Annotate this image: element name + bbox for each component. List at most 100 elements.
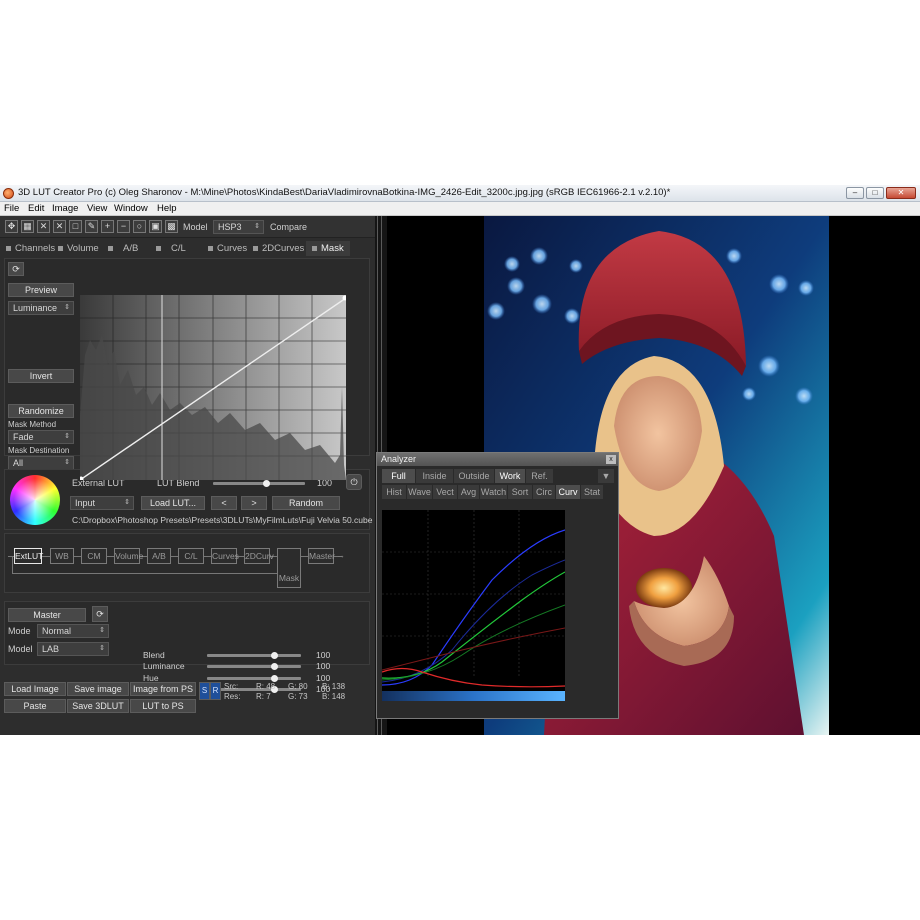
node-cl[interactable]: C/L [178,548,204,564]
node-mask[interactable]: Mask [277,548,301,588]
mask-method-select[interactable]: Fade ⇕ [8,430,74,444]
analyzer-close-button[interactable]: x [606,455,616,464]
tab-cl[interactable]: C/L [156,241,186,256]
tab-marker-icon [208,245,213,251]
random-lut-button[interactable]: Random [272,496,340,510]
menu-edit[interactable]: Edit [28,203,44,214]
res-b-value: B: 148 [322,692,346,701]
master-slider-track[interactable] [207,654,301,657]
mask-channel-select[interactable]: Luminance ⇕ [8,301,74,315]
mask-destination-select[interactable]: All ⇕ [8,456,74,470]
node-cm[interactable]: CM [81,548,107,564]
maximize-button[interactable]: □ [866,187,884,199]
analyzer-tab-hist[interactable]: Hist [382,485,406,499]
result-toggle-button[interactable]: R [210,682,221,700]
preview-button[interactable]: Preview [8,283,74,297]
source-toggle-button[interactable]: S [199,682,210,700]
analyzer-tab-wave[interactable]: Wave [407,485,432,499]
zoom-out-icon[interactable]: − [117,220,130,233]
tab-2dcurves[interactable]: 2DCurves [253,241,304,256]
expand-icon[interactable]: ✕ [37,220,50,233]
analyzer-window[interactable]: Analyzer x Full Inside Outside Work Ref. His… [376,452,619,719]
lut-blend-slider[interactable] [213,482,305,485]
tab-label: 2DCurves [262,243,305,254]
analyzer-tab-curv[interactable]: Curv [556,485,580,499]
model-select[interactable]: HSP3 ⇕ [213,220,264,234]
tab-label: Volume [67,243,99,254]
zoom-in-icon[interactable]: + [101,220,114,233]
grid-select-icon[interactable]: ▦ [21,220,34,233]
model-select-value: HSP3 [218,222,242,232]
invert-button[interactable]: Invert [8,369,74,383]
analyzer-tab-work[interactable]: Work [495,469,525,483]
analyzer-menu-icon[interactable]: ▼ [598,469,614,483]
node-extlut[interactable]: ExtLUT [14,548,43,564]
master-model-select[interactable]: LAB ⇕ [37,642,109,656]
menu-view[interactable]: View [87,203,107,214]
tab-marker-icon [156,245,161,251]
analyzer-tab-inside[interactable]: Inside [416,469,453,483]
analyzer-tab-full[interactable]: Full [382,469,415,483]
analyzer-tab-outside[interactable]: Outside [454,469,494,483]
analyzer-tab-vect[interactable]: Vect [433,485,457,499]
master-button[interactable]: Master [8,608,86,622]
analyzer-tab-avg[interactable]: Avg [458,485,479,499]
node-curves[interactable]: Curves [211,548,239,564]
master-slider-knob[interactable] [271,663,279,670]
analyzer-title[interactable]: Analyzer [377,453,618,466]
save-image-button[interactable]: Save image [67,682,129,696]
tab-channels[interactable]: Channels [6,241,55,256]
eyedropper-icon[interactable]: ✎ [85,220,98,233]
analyzer-tab-circ[interactable]: Circ [533,485,555,499]
tab-curves[interactable]: Curves [208,241,247,256]
analyzer-tab-ref[interactable]: Ref. [526,469,553,483]
tab-ab[interactable]: A/B [108,241,138,256]
node-ab[interactable]: A/B [147,548,171,564]
master-slider-track[interactable] [207,677,301,680]
analyzer-tab-stat[interactable]: Stat [581,485,603,499]
menu-window[interactable]: Window [114,203,148,214]
lut-to-ps-button[interactable]: LUT to PS [130,699,196,713]
tab-volume[interactable]: Volume [58,241,99,256]
lut-input-select[interactable]: Input ⇕ [70,496,134,510]
randomize-button[interactable]: Randomize [8,404,74,418]
load-image-button[interactable]: Load Image [4,682,66,696]
node-master[interactable]: Master [308,548,335,564]
menu-image[interactable]: Image [52,203,78,214]
mask-curve-graph[interactable] [80,295,346,480]
power-icon[interactable]: ⏻ [346,474,362,490]
next-lut-button[interactable]: > [241,496,267,510]
minimize-button[interactable]: – [846,187,864,199]
chevron-updown-icon: ⇕ [64,433,70,440]
master-slider-knob[interactable] [271,675,279,682]
tab-marker-icon [58,245,63,251]
paste-button[interactable]: Paste [4,699,66,713]
menu-file[interactable]: File [4,203,19,214]
compare-button[interactable]: Compare [270,222,307,232]
zoom-fit-icon[interactable]: ○ [133,220,146,233]
node-wb[interactable]: WB [50,548,74,564]
analyzer-tab-watch[interactable]: Watch [480,485,507,499]
image-from-ps-button[interactable]: Image from PS [130,682,196,696]
master-slider-track[interactable] [207,688,301,691]
rectangle-icon[interactable]: □ [69,220,82,233]
mode-select[interactable]: Normal ⇕ [37,624,109,638]
node-volume[interactable]: Volume [114,548,143,564]
master-slider-track[interactable] [207,665,301,668]
node-2dcurv[interactable]: 2DCurv [244,548,274,564]
lut-blend-knob[interactable] [262,480,270,487]
move-icon[interactable]: ✥ [5,220,18,233]
grid-icon[interactable]: ▩ [165,220,178,233]
frame-icon[interactable]: ▣ [149,220,162,233]
reset-icon[interactable]: ⟳ [8,262,24,276]
menu-help[interactable]: Help [157,203,177,214]
analyzer-tab-sort[interactable]: Sort [508,485,532,499]
tab-mask[interactable]: Mask [306,241,350,256]
master-reset-icon[interactable]: ⟳ [92,606,108,622]
close-button[interactable]: ✕ [886,187,916,199]
collapse-icon[interactable]: ✕ [53,220,66,233]
save-3dlut-button[interactable]: Save 3DLUT [67,699,129,713]
chain-bypass-wire [12,556,13,574]
load-lut-button[interactable]: Load LUT... [141,496,205,510]
prev-lut-button[interactable]: < [211,496,237,510]
